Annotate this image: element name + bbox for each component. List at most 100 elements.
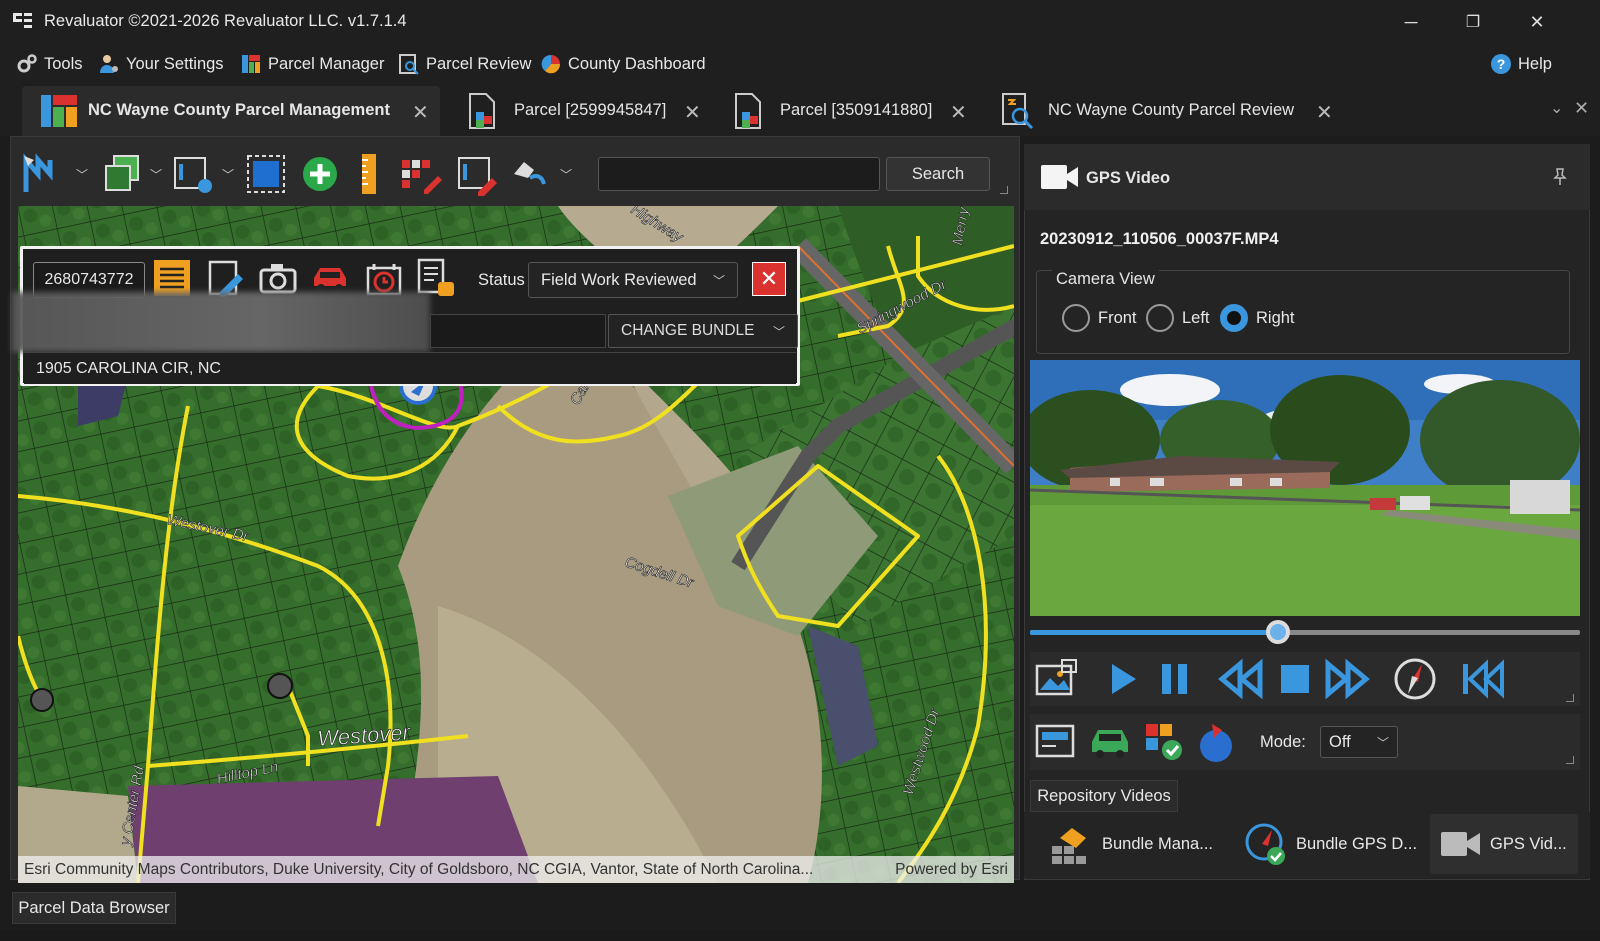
add-icon[interactable] — [298, 152, 342, 196]
chevron-down-icon[interactable]: ﹀ — [150, 166, 164, 182]
bundle-gps-icon — [1245, 823, 1285, 865]
tab-overflow-chevron-icon[interactable]: ⌄ — [1550, 98, 1563, 118]
bundle-field[interactable] — [430, 314, 606, 348]
tab-close-icon[interactable]: ✕ — [950, 100, 967, 125]
close-window-button[interactable]: ✕ — [1506, 0, 1568, 44]
pause-icon[interactable] — [1152, 656, 1198, 702]
parcel-address: 1905 CAROLINA CIR, NC — [24, 352, 796, 384]
user-settings-icon — [100, 55, 118, 73]
compass-icon[interactable] — [1392, 656, 1438, 702]
chevron-down-icon: ﹀ — [1376, 735, 1389, 750]
tab-label: Bundle GPS D... — [1296, 834, 1418, 853]
menu-your-settings[interactable]: Your Settings — [98, 52, 224, 76]
play-icon[interactable] — [1100, 656, 1146, 702]
resize-gripper-icon[interactable] — [1566, 694, 1574, 702]
camera-front-label[interactable]: Front — [1098, 309, 1137, 328]
tab-label: Parcel [2599945847] — [514, 101, 667, 119]
chevron-down-icon: ﹀ — [772, 324, 785, 339]
change-bundle-label: CHANGE BUNDLE — [621, 322, 755, 339]
fast-forward-icon[interactable] — [1324, 656, 1370, 702]
parcel-document-icon — [735, 93, 761, 129]
location-marker-icon[interactable] — [1194, 720, 1238, 764]
tab-close-icon[interactable]: ✕ — [684, 100, 701, 125]
mode-select[interactable]: Off ﹀ — [1320, 726, 1398, 758]
tab-bundle-gps[interactable]: Bundle GPS D... — [1234, 814, 1427, 874]
chevron-down-icon[interactable]: ﹀ — [560, 166, 574, 182]
gps-video-title: GPS Video — [1086, 169, 1171, 187]
tab-repository-videos[interactable]: Repository Videos — [1030, 780, 1178, 812]
map-attribution: Esri Community Maps Contributors, Duke U… — [18, 856, 1014, 883]
status-label: Status — [478, 271, 525, 289]
camera-view-label: Camera View — [1052, 270, 1159, 289]
tab-close-icon[interactable]: ✕ — [1316, 100, 1333, 125]
camera-left-label[interactable]: Left — [1182, 309, 1210, 328]
navigate-map-icon[interactable] — [22, 152, 66, 196]
parcel-manager-icon — [242, 55, 260, 73]
chevron-down-icon[interactable]: ﹀ — [222, 166, 236, 182]
camera-right-label[interactable]: Right — [1256, 309, 1295, 328]
tab-parcel-management[interactable]: NC Wayne County Parcel Management ✕ — [22, 86, 440, 136]
video-camera-icon — [1041, 165, 1078, 189]
maximize-button[interactable]: ❐ — [1442, 0, 1504, 44]
layers-icon[interactable] — [100, 152, 144, 196]
minimize-button[interactable]: ─ — [1380, 0, 1442, 44]
menu-help[interactable]: ? Help — [1490, 52, 1552, 76]
tab-parcel-2599945847[interactable]: Parcel [2599945847] ✕ — [450, 86, 712, 136]
help-icon: ? — [1491, 54, 1511, 74]
tab-close-icon[interactable]: ✕ — [412, 100, 429, 125]
change-bundle-select[interactable]: CHANGE BUNDLE ﹀ — [608, 314, 798, 348]
bundle-manager-icon — [1052, 828, 1086, 864]
search-button[interactable]: Search — [886, 157, 990, 191]
camera-right-radio[interactable] — [1220, 304, 1248, 332]
tab-parcel-3509141880[interactable]: Parcel [3509141880] ✕ — [716, 86, 978, 136]
menu-tools[interactable]: Tools — [16, 52, 83, 76]
resize-gripper-icon[interactable] — [1566, 756, 1574, 764]
parcel-approve-icon[interactable] — [1142, 720, 1186, 764]
snapshot-icon[interactable] — [1034, 656, 1080, 702]
pin-icon[interactable] — [1552, 168, 1568, 186]
powered-by-esri[interactable]: Powered by Esri — [895, 861, 1008, 879]
menu-parcel-manager-label: Parcel Manager — [268, 54, 385, 73]
parcel-document-icon — [469, 93, 495, 129]
video-frame[interactable] — [1030, 360, 1580, 616]
chevron-down-icon[interactable]: ﹀ — [76, 166, 90, 182]
pan-hand-icon[interactable] — [508, 152, 552, 196]
tab-label: NC Wayne County Parcel Management — [88, 101, 390, 119]
parcel-management-icon — [41, 95, 77, 127]
menu-parcel-manager[interactable]: Parcel Manager — [240, 52, 384, 76]
video-image — [1030, 360, 1580, 616]
menu-parcel-review[interactable]: Parcel Review — [398, 52, 531, 76]
resize-gripper-icon[interactable] — [1000, 186, 1008, 194]
status-select[interactable]: Field Work Reviewed ﹀ — [528, 262, 738, 298]
camera-left-radio[interactable] — [1146, 304, 1174, 332]
video-filename: 20230912_110506_00037F.MP4 — [1040, 230, 1279, 248]
select-edit-icon[interactable] — [456, 152, 500, 196]
menu-county-dashboard-label: County Dashboard — [568, 54, 706, 73]
video-progress-thumb[interactable] — [1265, 620, 1290, 644]
close-all-tabs-icon[interactable]: ✕ — [1574, 98, 1589, 119]
tab-parcel-review[interactable]: NC Wayne County Parcel Review ✕ — [986, 86, 1336, 136]
menu-county-dashboard[interactable]: County Dashboard — [540, 52, 706, 76]
mode-label: Mode: — [1260, 733, 1306, 751]
window-layout-icon[interactable] — [1034, 720, 1078, 764]
rewind-icon[interactable] — [1218, 656, 1264, 702]
skip-to-start-icon[interactable] — [1458, 656, 1504, 702]
car-icon[interactable] — [1088, 720, 1132, 764]
menu-parcel-review-label: Parcel Review — [426, 54, 532, 73]
measure-ruler-icon[interactable] — [348, 152, 392, 196]
close-popup-button[interactable]: ✕ — [752, 262, 786, 296]
camera-front-radio[interactable] — [1062, 304, 1090, 332]
parcel-review-icon — [399, 54, 419, 75]
tab-gps-video[interactable]: GPS Vid... — [1430, 814, 1578, 874]
parcel-review-icon — [1002, 93, 1034, 130]
search-input[interactable] — [598, 157, 880, 191]
stop-icon[interactable] — [1272, 656, 1318, 702]
select-rectangle-icon[interactable] — [244, 152, 288, 196]
tab-bundle-manager[interactable]: Bundle Mana... — [1040, 814, 1223, 874]
select-settings-icon[interactable] — [172, 152, 216, 196]
video-progress-fill — [1030, 630, 1278, 635]
tab-parcel-data-browser[interactable]: Parcel Data Browser — [12, 892, 176, 924]
window-title: Revaluator ©2021-2026 Revaluator LLC. v1… — [44, 12, 407, 30]
tab-label: Parcel [3509141880] — [780, 101, 933, 119]
parcel-grid-edit-icon[interactable] — [400, 152, 444, 196]
